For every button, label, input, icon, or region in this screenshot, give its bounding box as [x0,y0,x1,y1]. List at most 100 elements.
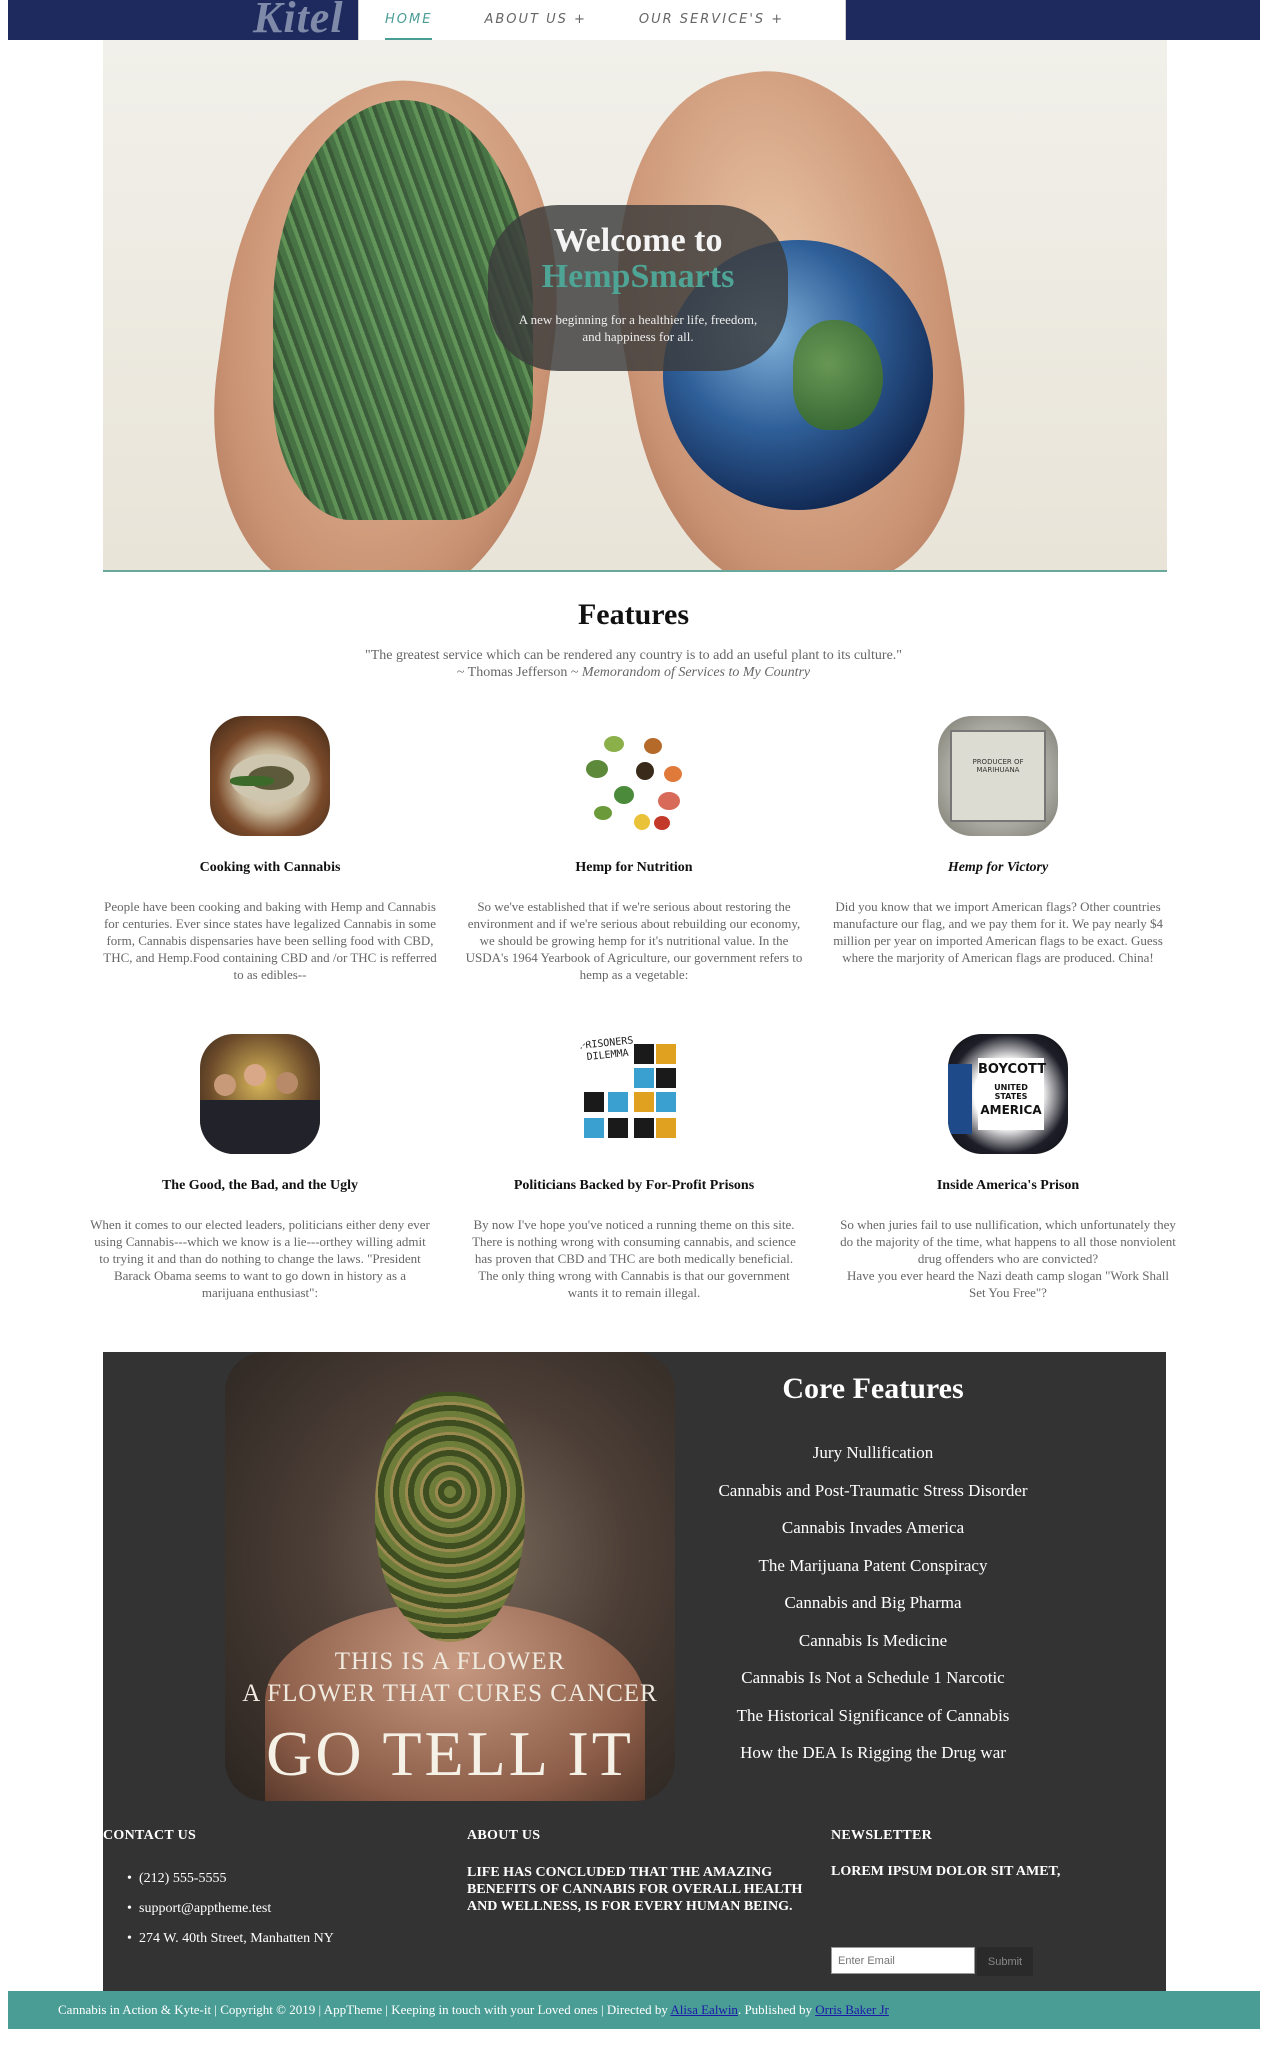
quote-attribution: ~ Thomas Jefferson ~ Memorandom of Servi… [0,664,1267,681]
prisoners-dilemma-icon[interactable]: PRISONERS DILEMMA [574,1034,694,1154]
contact-list: (212) 555-5555 support@apptheme.test 274… [103,1864,467,1954]
core-feature-link[interactable]: Cannabis and Big Pharma [675,1584,1071,1622]
feature-text: When it comes to our elected leaders, po… [90,1217,430,1300]
core-features-section: THIS IS A FLOWER A FLOWER THAT CURES CAN… [103,1352,1166,1801]
core-feature-link[interactable]: The Historical Significance of Cannabis [675,1697,1071,1735]
contact-email[interactable]: support@apptheme.test [127,1894,467,1924]
quote-text: "The greatest service which can be rende… [364,648,903,663]
nutrition-chart-icon[interactable] [574,716,694,836]
core-features-heading: Core Features [782,1372,964,1405]
copyright-mid: . Published by [737,2002,816,2017]
welcome-tagline: A new beginning for a healthier life, fr… [518,312,758,344]
grid-cell [634,1092,654,1112]
feature-card: PRISONERS DILEMMA Politicians Backed by … [464,1034,804,1301]
flag-shape [948,1064,972,1134]
grid-cell [634,1068,654,1088]
go-tell-it-image: THIS IS A FLOWER A FLOWER THAT CURES CAN… [225,1352,675,1801]
newsletter-form: Submit [831,1947,1033,1976]
newsletter-email-input[interactable] [831,1947,975,1974]
about-heading: ABOUT US [467,1828,541,1843]
nav-home[interactable]: HOME [359,0,458,40]
core-feature-link[interactable]: The Marijuana Patent Conspiracy [675,1547,1071,1585]
cannabis-cooking-icon[interactable] [210,716,330,836]
feature-text: So when juries fail to use nullification… [840,1217,1176,1300]
veggie-shape [644,738,662,754]
contact-address: 274 W. 40th Street, Manhatten NY [127,1924,467,1954]
stamp-label: PRODUCER OF MARIHUANA [972,758,1024,774]
newsletter-text: LOREM IPSUM DOLOR SIT AMET, [831,1864,1061,1879]
about-text: LIFE HAS CONCLUDED THAT THE AMAZING BENE… [467,1865,803,1914]
boycott-america-icon[interactable]: BOYCOTT UNITED STATES AMERICA [948,1034,1068,1154]
contact-phone[interactable]: (212) 555-5555 [127,1864,467,1894]
feature-text: People have been cooking and baking with… [103,899,437,982]
feature-title[interactable]: Politicians Backed by For-Profit Prisons [464,1178,804,1194]
welcome-box: Welcome to HempSmarts A new beginning fo… [488,205,788,371]
grid-cell [656,1068,676,1088]
grid-cell [634,1118,654,1138]
feature-title[interactable]: Cooking with Cannabis [100,860,440,876]
image-caption-line: THIS IS A FLOWER [334,1648,566,1675]
welcome-brand: HempSmarts [541,258,735,295]
image-caption-line: A FLOWER THAT CURES CANCER [242,1680,658,1707]
nav-about-us[interactable]: ABOUT US + [458,0,612,40]
boycott-line: BOYCOTT [978,1062,1047,1077]
veggie-shape [594,806,612,820]
core-feature-link[interactable]: Cannabis Is Medicine [675,1622,1071,1660]
feature-card: BOYCOTT UNITED STATES AMERICA Inside Ame… [838,1034,1178,1301]
veggie-shape [658,792,680,810]
feature-title[interactable]: Hemp for Nutrition [464,860,804,876]
image-caption-headline: GO TELL IT [266,1718,634,1789]
feature-title[interactable]: Inside America's Prison [838,1178,1178,1194]
grid-cell [608,1118,628,1138]
marijuana-stamp-icon[interactable]: PRODUCER OF MARIHUANA [938,716,1058,836]
footer-contact: CONTACT US (212) 555-5555 support@appthe… [103,1801,467,1991]
core-features-list: Jury Nullification Cannabis and Post-Tra… [675,1434,1071,1772]
newsletter-heading: NEWSLETTER [831,1828,933,1843]
veggie-shape [586,760,608,778]
core-feature-link[interactable]: Cannabis Is Not a Schedule 1 Narcotic [675,1659,1071,1697]
publisher-link[interactable]: Orris Baker Jr [815,2002,889,2017]
director-link[interactable]: Alisa Ealwin [670,2002,738,2017]
site-logo[interactable]: Kitel [253,0,344,43]
feature-text: Did you know that we import American fla… [832,899,1164,965]
boycott-line: AMERICA [980,1103,1042,1117]
dilemma-label: PRISONERS DILEMMA [579,1035,635,1065]
feature-title[interactable]: The Good, the Bad, and the Ugly [90,1178,430,1194]
quote-author: ~ Thomas Jefferson ~ [456,665,579,680]
features-quote: "The greatest service which can be rende… [0,647,1267,681]
quote-source: Memorandom of Services to My Country [581,665,811,680]
feature-card: PRODUCER OF MARIHUANA Hemp for Victory D… [828,716,1168,966]
boycott-sign: BOYCOTT UNITED STATES AMERICA [978,1058,1047,1130]
politicians-photo-icon[interactable] [200,1034,320,1154]
globe-land-shape [793,320,883,430]
person-shape [276,1072,298,1094]
top-navbar: Kitel HOME ABOUT US + OUR SERVICE'S + [8,0,1260,43]
core-feature-link[interactable]: How the DEA Is Rigging the Drug war [675,1734,1071,1772]
copyright-bar: Cannabis in Action & Kyte-it | Copyright… [8,1991,1260,2029]
grid-cell [656,1092,676,1112]
footer-newsletter: NEWSLETTER LOREM IPSUM DOLOR SIT AMET, S… [831,1801,1166,1991]
stamp-paper-shape [950,730,1046,822]
newsletter-submit-button[interactable]: Submit [977,1947,1033,1976]
veggie-shape [634,814,650,830]
veggie-shape [664,766,682,782]
grid-cell [584,1118,604,1138]
grid-cell [608,1092,628,1112]
features-heading: Features [577,598,690,631]
feature-text: So we've established that if we're serio… [465,899,803,982]
contact-heading: CONTACT US [103,1828,197,1843]
core-feature-link[interactable]: Jury Nullification [675,1434,1071,1472]
veggie-shape [654,816,670,830]
feature-card: Cooking with Cannabis People have been c… [100,716,440,983]
welcome-heading: Welcome to [553,222,723,259]
feature-title[interactable]: Hemp for Victory [828,860,1168,876]
copyright-text: Cannabis in Action & Kyte-it | Copyright… [58,1991,889,2029]
core-feature-link[interactable]: Cannabis Invades America [675,1509,1071,1547]
veggie-shape [614,786,634,804]
nav-our-services[interactable]: OUR SERVICE'S + [613,0,810,40]
boycott-line: UNITED STATES [994,1083,1028,1101]
grid-cell [584,1092,604,1112]
core-feature-link[interactable]: Cannabis and Post-Traumatic Stress Disor… [675,1472,1071,1510]
person-shape [244,1064,266,1086]
copyright-main: Cannabis in Action & Kyte-it | Copyright… [58,2002,671,2017]
